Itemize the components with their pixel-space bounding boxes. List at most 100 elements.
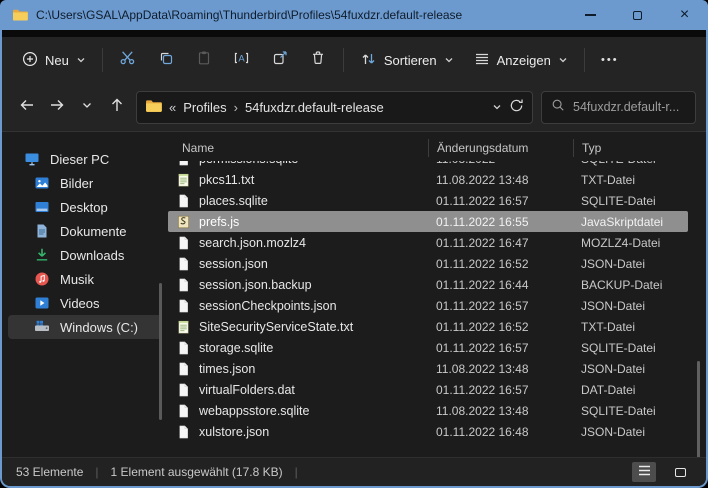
column-header-name[interactable]: Name: [168, 141, 428, 155]
sidebar-item-downloads[interactable]: Downloads: [8, 243, 162, 267]
address-bar[interactable]: « Profiles › 54fuxdzr.default-release: [136, 91, 533, 124]
new-icon: [22, 51, 38, 70]
file-type: SQLITE-Datei: [573, 161, 688, 166]
file-type: SQLITE-Datei: [573, 404, 688, 418]
titlebar[interactable]: C:\Users\GSAL\AppData\Roaming\Thunderbir…: [0, 0, 708, 30]
toolbar-divider: [584, 48, 585, 72]
new-button-label: Neu: [45, 53, 69, 68]
sidebar-item-documents[interactable]: Dokumente: [8, 219, 162, 243]
breadcrumb-item-profile-folder[interactable]: 54fuxdzr.default-release: [245, 100, 384, 115]
file-type: TXT-Datei: [573, 320, 688, 334]
search-box[interactable]: 54fuxdzr.default-r...: [541, 91, 696, 124]
search-input[interactable]: 54fuxdzr.default-r...: [573, 100, 679, 114]
file-row[interactable]: storage.sqlite01.11.2022 16:57SQLITE-Dat…: [168, 337, 688, 358]
new-button[interactable]: Neu: [12, 45, 96, 76]
view-icon: [474, 51, 490, 70]
sidebar-item-drive[interactable]: Windows (C:): [8, 315, 162, 339]
videos-icon: [34, 295, 50, 311]
sidebar-item-pictures[interactable]: Bilder: [8, 171, 162, 195]
selection-info: 1 Element ausgewählt (17.8 KB): [111, 465, 283, 479]
chevron-down-icon: [76, 53, 86, 68]
file-row[interactable]: times.json11.08.2022 13:48JSON-Datei: [168, 358, 688, 379]
file-row[interactable]: webappsstore.sqlite 11.08.2022 13:48SQLIT…: [168, 400, 688, 421]
sort-button[interactable]: Sortieren: [350, 45, 464, 76]
file-row[interactable]: prefs.js01.11.2022 16:55JavaSkriptdatei: [168, 211, 688, 232]
file-row[interactable]: session.json.backup01.11.2022 16:44BACKU…: [168, 274, 688, 295]
column-header-date[interactable]: Änderungsdatum: [428, 139, 573, 157]
file-file-icon: [176, 382, 192, 398]
file-row[interactable]: SiteSecurityServiceState.txt 01.11.2022 1…: [168, 316, 688, 337]
file-date: 01.11.2022 16:57: [428, 194, 573, 208]
file-file-icon: [176, 277, 192, 293]
sidebar-item-label: Videos: [60, 296, 100, 311]
window-title: C:\Users\GSAL\AppData\Roaming\Thunderbir…: [36, 8, 462, 22]
file-name: webappsstore.sqlite: [199, 404, 309, 418]
file-name: session.json: [199, 257, 268, 271]
rename-button[interactable]: A: [223, 44, 261, 76]
drive-icon: [34, 319, 50, 335]
sidebar-item-monitor[interactable]: Dieser PC: [8, 147, 162, 171]
more-button[interactable]: •••: [591, 44, 629, 76]
file-type: TXT-Datei: [573, 173, 688, 187]
sidebar-item-desktop[interactable]: Desktop: [8, 195, 162, 219]
file-row[interactable]: sessionCheckpoints.json01.11.2022 16:57J…: [168, 295, 688, 316]
sidebar-item-label: Dieser PC: [50, 152, 109, 167]
file-row[interactable]: search.json.mozlz401.11.2022 16:47MOZLZ4…: [168, 232, 688, 253]
back-icon: [19, 97, 35, 118]
cut-button[interactable]: [109, 44, 147, 76]
file-name: session.json.backup: [199, 278, 312, 292]
toolbar-divider: [343, 48, 344, 72]
sidebar-item-label: Dokumente: [60, 224, 126, 239]
file-file-icon: [176, 161, 192, 167]
file-name: SiteSecurityServiceState.txt: [199, 320, 353, 334]
toolbar-divider: [102, 48, 103, 72]
copy-button[interactable]: [147, 44, 185, 76]
breadcrumb-item-profiles[interactable]: Profiles: [183, 100, 226, 115]
folder-icon: [145, 99, 162, 116]
file-name: pkcs11.txt: [199, 173, 254, 187]
file-type: JavaSkriptdatei: [573, 215, 688, 229]
file-row[interactable]: places.sqlite01.11.2022 16:57SQLITE-Date…: [168, 190, 688, 211]
file-row[interactable]: virtualFolders.dat01.11.2022 16:57DAT-Da…: [168, 379, 688, 400]
back-button[interactable]: [12, 92, 42, 122]
large-icons-view-button[interactable]: [668, 462, 692, 482]
txt-file-icon: [176, 172, 192, 188]
copy-icon: [158, 50, 174, 71]
file-row[interactable]: pkcs11.txt11.08.2022 13:48TXT-Datei: [168, 169, 688, 190]
maximize-button[interactable]: [614, 0, 661, 30]
item-count: 53 Elemente: [16, 465, 83, 479]
minimize-button[interactable]: [567, 0, 614, 30]
sidebar-item-videos[interactable]: Videos: [8, 291, 162, 315]
column-header-type[interactable]: Typ: [573, 139, 688, 157]
forward-button[interactable]: [42, 92, 72, 122]
file-date: 11.08.2022 13:48: [428, 404, 573, 418]
delete-button[interactable]: [299, 44, 337, 76]
sidebar-item-music[interactable]: Musik: [8, 267, 162, 291]
file-name: virtualFolders.dat: [199, 383, 295, 397]
file-date: 01.11.2022 16:52: [428, 320, 573, 334]
address-dropdown-icon[interactable]: [492, 100, 502, 115]
recent-locations-button[interactable]: [72, 92, 102, 122]
cut-icon: [119, 49, 136, 71]
close-button[interactable]: ×: [661, 0, 708, 30]
paste-button[interactable]: [185, 44, 223, 76]
close-icon: ×: [680, 7, 689, 23]
file-name: prefs.js: [199, 215, 239, 229]
breadcrumb-collapsed[interactable]: «: [169, 100, 176, 115]
sidebar-item-label: Bilder: [60, 176, 93, 191]
file-file-icon: [176, 298, 192, 314]
up-button[interactable]: [102, 92, 132, 122]
share-button[interactable]: [261, 44, 299, 76]
file-row[interactable]: xulstore.json01.11.2022 16:48JSON-Datei: [168, 421, 688, 442]
file-row[interactable]: session.json01.11.2022 16:52JSON-Datei: [168, 253, 688, 274]
chevron-down-icon: [81, 98, 93, 116]
paste-icon: [196, 50, 212, 71]
view-button[interactable]: Anzeigen: [464, 45, 578, 76]
sidebar-item-label: Musik: [60, 272, 94, 287]
file-row-partial[interactable]: permissions.sqlite11.08.2022SQLITE-Datei: [168, 161, 688, 169]
details-view-button[interactable]: [632, 462, 656, 482]
refresh-icon[interactable]: [509, 98, 524, 116]
file-type: SQLITE-Datei: [573, 341, 688, 355]
file-file-icon: [176, 235, 192, 251]
sidebar-scrollbar[interactable]: [159, 283, 162, 420]
